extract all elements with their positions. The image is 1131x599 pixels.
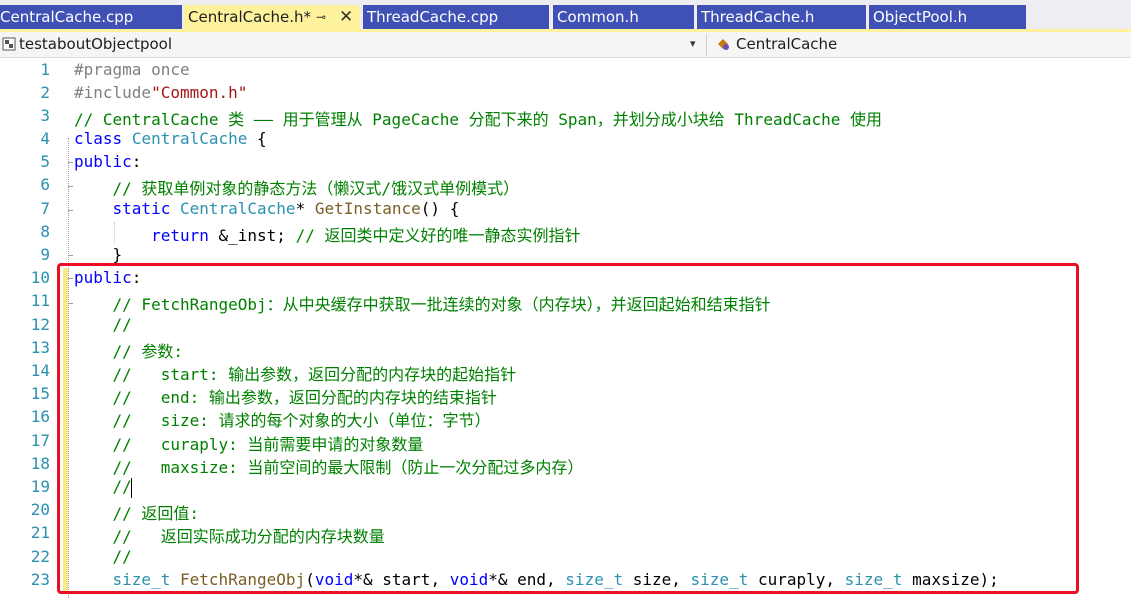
tab-label: ThreadCache.cpp (367, 8, 499, 26)
code-line-3: // CentralCache 类 —— 用于管理从 PageCache 分配下… (74, 110, 883, 129)
outline-tick (68, 255, 73, 256)
line-number: 3 (40, 106, 50, 125)
tab-label: ObjectPool.h (873, 8, 968, 26)
line-number: 8 (40, 222, 50, 241)
line-number: 1 (40, 60, 50, 79)
line-number: 14 (30, 361, 50, 380)
tab-centralcache-h[interactable]: CentralCache.h* ⊸ ✕ (184, 5, 360, 29)
tab-threadcache-h[interactable]: ThreadCache.h (697, 5, 866, 29)
keyword-token: class (74, 129, 123, 148)
function-token: GetInstance (314, 199, 421, 218)
code-line-1: #pragma once (74, 60, 190, 79)
tab-label: ThreadCache.h (701, 8, 815, 26)
line-number: 7 (40, 199, 50, 218)
line-number: 17 (30, 431, 50, 450)
code-token: () { (420, 199, 460, 218)
chevron-down-icon[interactable]: ▾ (690, 37, 696, 50)
line-number: 4 (40, 129, 50, 148)
navigation-bar: testaboutObjectpool ▾ CentralCache (0, 32, 1131, 58)
tab-common-h[interactable]: Common.h (553, 5, 694, 29)
project-name: testaboutObjectpool (19, 35, 172, 53)
code-line-8: return &_inst; // 返回类中定义好的唯一静态实例指针 (74, 222, 580, 246)
type-token: CentralCache (131, 129, 248, 148)
line-number: 22 (30, 547, 50, 566)
project-icon (2, 37, 16, 51)
type-token: CentralCache (179, 199, 296, 218)
code-token: once (141, 60, 190, 79)
code-line-2: #include"Common.h" (74, 83, 247, 102)
code-token: { (247, 129, 267, 148)
code-line-6: // 获取单例对象的静态方法（懒汉式/饿汉式单例模式） (74, 179, 520, 198)
pragma-token: #pragma (74, 60, 142, 79)
tab-objectpool-h[interactable]: ObjectPool.h (869, 5, 1026, 29)
document-tab-bar: CentralCache.cpp CentralCache.h* ⊸ ✕ Thr… (0, 0, 1131, 32)
line-number: 6 (40, 175, 50, 194)
code-line-9: } (74, 245, 123, 264)
outline-tick (68, 162, 73, 163)
line-number: 23 (30, 570, 50, 589)
code-token: &_inst; (208, 226, 296, 245)
line-number: 21 (30, 523, 50, 542)
code-token: : (131, 152, 142, 171)
code-line-4: class CentralCache { (74, 129, 267, 148)
pin-icon[interactable]: ⊸ (316, 5, 326, 29)
highlight-annotation-box (57, 263, 1079, 594)
line-number: 9 (40, 245, 50, 264)
string-token: "Common.h" (151, 83, 248, 102)
project-dropdown[interactable]: testaboutObjectpool ▾ (0, 34, 707, 56)
line-number: 16 (30, 407, 50, 426)
line-number: 15 (30, 384, 50, 403)
tab-threadcache-cpp[interactable]: ThreadCache.cpp (363, 5, 549, 29)
code-line-7: static CentralCache* GetInstance() { (74, 199, 460, 218)
line-number: 5 (40, 152, 50, 171)
line-number: 12 (30, 315, 50, 334)
line-number: 18 (30, 454, 50, 473)
class-icon (718, 39, 729, 50)
tab-label: CentralCache.cpp (0, 8, 134, 26)
keyword-token: static (112, 199, 171, 218)
comment-token: // 返回类中定义好的唯一静态实例指针 (295, 226, 581, 245)
line-number: 2 (40, 83, 50, 102)
line-number: 19 (30, 477, 50, 496)
include-token: #include (74, 83, 152, 102)
code-line-5: public: (74, 152, 141, 171)
keyword-token: return (151, 226, 209, 245)
line-number: 11 (30, 291, 50, 310)
class-name: CentralCache (736, 35, 838, 53)
tab-label: CentralCache.h* (188, 8, 312, 26)
line-number: 13 (30, 338, 50, 357)
tab-centralcache-cpp[interactable]: CentralCache.cpp (0, 5, 182, 29)
close-icon[interactable]: ✕ (339, 5, 353, 29)
tab-label: Common.h (557, 8, 639, 26)
code-token: * (295, 199, 315, 218)
outline-tick (68, 186, 73, 187)
outline-tick (68, 210, 73, 211)
line-number: 10 (30, 268, 50, 287)
line-number: 20 (30, 500, 50, 519)
keyword-token: public (74, 152, 132, 171)
